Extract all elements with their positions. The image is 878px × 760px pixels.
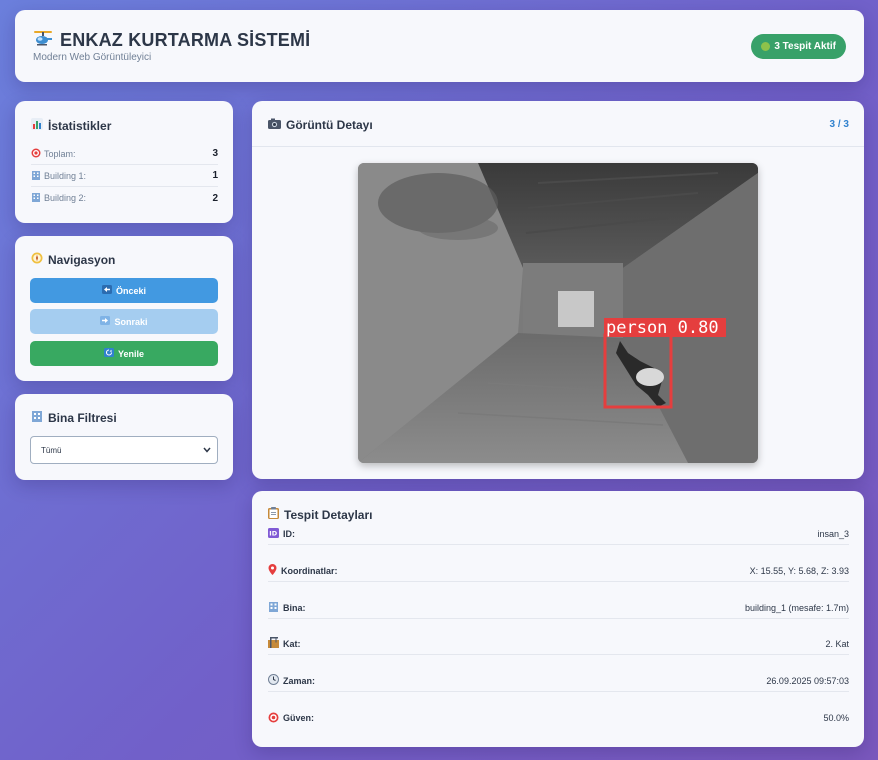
clock-icon xyxy=(268,674,279,687)
app-subtitle: Modern Web Görüntüleyici xyxy=(33,52,152,63)
image-viewer-header: Görüntü Detayı 3 / 3 xyxy=(252,101,864,147)
chevron-down-icon xyxy=(203,446,211,455)
app-header: ENKAZ KURTARMA SİSTEMİ Modern Web Görünt… xyxy=(15,10,864,82)
image-viewer-panel: Görüntü Detayı 3 / 3 person 0.80 xyxy=(252,101,864,479)
arrow-left-icon xyxy=(101,285,112,296)
next-button[interactable]: Sonraki xyxy=(30,309,218,334)
id-icon: ID xyxy=(268,527,279,540)
detail-value: 50.0% xyxy=(823,713,849,723)
stat-row-building-1: Building 1: 1 xyxy=(31,165,218,187)
navigation-title: Navigasyon xyxy=(31,252,115,267)
refresh-icon xyxy=(103,348,114,359)
stat-row-building-2: Building 2: 2 xyxy=(31,187,218,209)
building-filter-title: Bina Filtresi xyxy=(31,410,117,425)
refresh-button-label: Yenile xyxy=(117,348,144,359)
detail-row-floor: Kat: 2. Kat xyxy=(268,633,849,655)
next-button-label: Sonraki xyxy=(114,316,148,327)
refresh-button[interactable]: Yenile xyxy=(30,341,218,366)
status-badge: 3 Tespit Aktif xyxy=(751,34,846,59)
helicopter-icon xyxy=(33,29,53,52)
detail-value: 2. Kat xyxy=(825,638,849,649)
detection-details-title-text: Tespit Detayları xyxy=(284,507,373,522)
detail-row-time: Zaman: 26.09.2025 09:57:03 xyxy=(268,670,849,692)
detail-row-confidence: Güven: 50.0% xyxy=(268,707,849,729)
stat-row-total: Toplam: 3 xyxy=(31,143,218,165)
detail-value: building_1 (mesafe: 1.7m) xyxy=(744,602,849,613)
detail-key: Kat: xyxy=(283,638,301,649)
detail-key: Bina: xyxy=(283,602,306,613)
building-icon xyxy=(268,601,279,614)
detail-value: 26.09.2025 09:57:03 xyxy=(766,675,849,686)
detail-value: X: 15.55, Y: 5.68, Z: 3.93 xyxy=(749,565,849,576)
previous-button-label: Önceki xyxy=(115,285,146,296)
detail-row-coordinates: Koordinatlar: X: 15.55, Y: 5.68, Z: 3.93 xyxy=(268,560,849,582)
detail-key: Koordinatlar: xyxy=(281,565,338,576)
camera-icon xyxy=(268,118,281,132)
detection-label: person 0.80 xyxy=(606,318,719,338)
detection-details-panel: Tespit Detayları ID ID: insan_3 Koordina… xyxy=(252,491,864,747)
image-viewer-title-text: Görüntü Detayı xyxy=(286,118,373,132)
detail-key: Güven: xyxy=(283,713,315,723)
stat-label: Building 1: xyxy=(44,170,87,181)
building-filter-select[interactable]: Tümü xyxy=(30,436,218,464)
arrow-right-icon xyxy=(100,316,111,327)
compass-icon xyxy=(31,252,43,267)
stat-value: 2 xyxy=(212,192,218,204)
statistics-title: İstatistikler xyxy=(31,118,111,133)
detail-row-id: ID ID: insan_3 xyxy=(268,523,849,545)
target-icon xyxy=(268,712,279,725)
building-filter-panel: Bina Filtresi Tümü xyxy=(15,394,233,480)
statistics-panel: İstatistikler Toplam: 3 Building 1: 1 Bu… xyxy=(15,101,233,223)
detail-key: Zaman: xyxy=(283,675,316,686)
building-icon xyxy=(31,410,43,425)
detection-image: person 0.80 xyxy=(358,163,758,463)
building-icon xyxy=(31,192,41,204)
image-viewer-title: Görüntü Detayı xyxy=(268,118,373,132)
app-title-text: ENKAZ KURTARMA SİSTEMİ xyxy=(60,30,311,50)
pin-icon xyxy=(268,564,277,577)
detail-row-building: Bina: building_1 (mesafe: 1.7m) xyxy=(268,597,849,619)
detail-value: insan_3 xyxy=(817,528,849,539)
status-badge-label: 3 Tespit Aktif xyxy=(774,41,836,52)
status-dot-icon xyxy=(761,42,771,51)
svg-text:ID: ID xyxy=(269,529,277,537)
stat-value: 1 xyxy=(212,170,218,181)
image-counter: 3 / 3 xyxy=(829,119,849,130)
stat-label: Building 2: xyxy=(44,193,87,203)
previous-button[interactable]: Önceki xyxy=(30,278,218,303)
building-icon xyxy=(31,170,41,182)
stat-label: Toplam: xyxy=(44,148,76,159)
building-filter-title-text: Bina Filtresi xyxy=(48,410,117,425)
building-filter-selected: Tümü xyxy=(41,445,62,455)
bar-chart-icon xyxy=(31,118,43,133)
construction-icon xyxy=(268,637,279,650)
navigation-title-text: Navigasyon xyxy=(48,252,116,267)
detail-key: ID: xyxy=(283,528,295,539)
target-icon xyxy=(31,148,41,160)
statistics-title-text: İstatistikler xyxy=(48,118,112,133)
stat-value: 3 xyxy=(212,148,218,159)
app-title: ENKAZ KURTARMA SİSTEMİ xyxy=(33,29,310,52)
navigation-panel: Navigasyon Önceki Sonraki Yenile xyxy=(15,236,233,381)
detection-details-title: Tespit Detayları xyxy=(268,507,372,522)
clipboard-icon xyxy=(268,507,279,522)
